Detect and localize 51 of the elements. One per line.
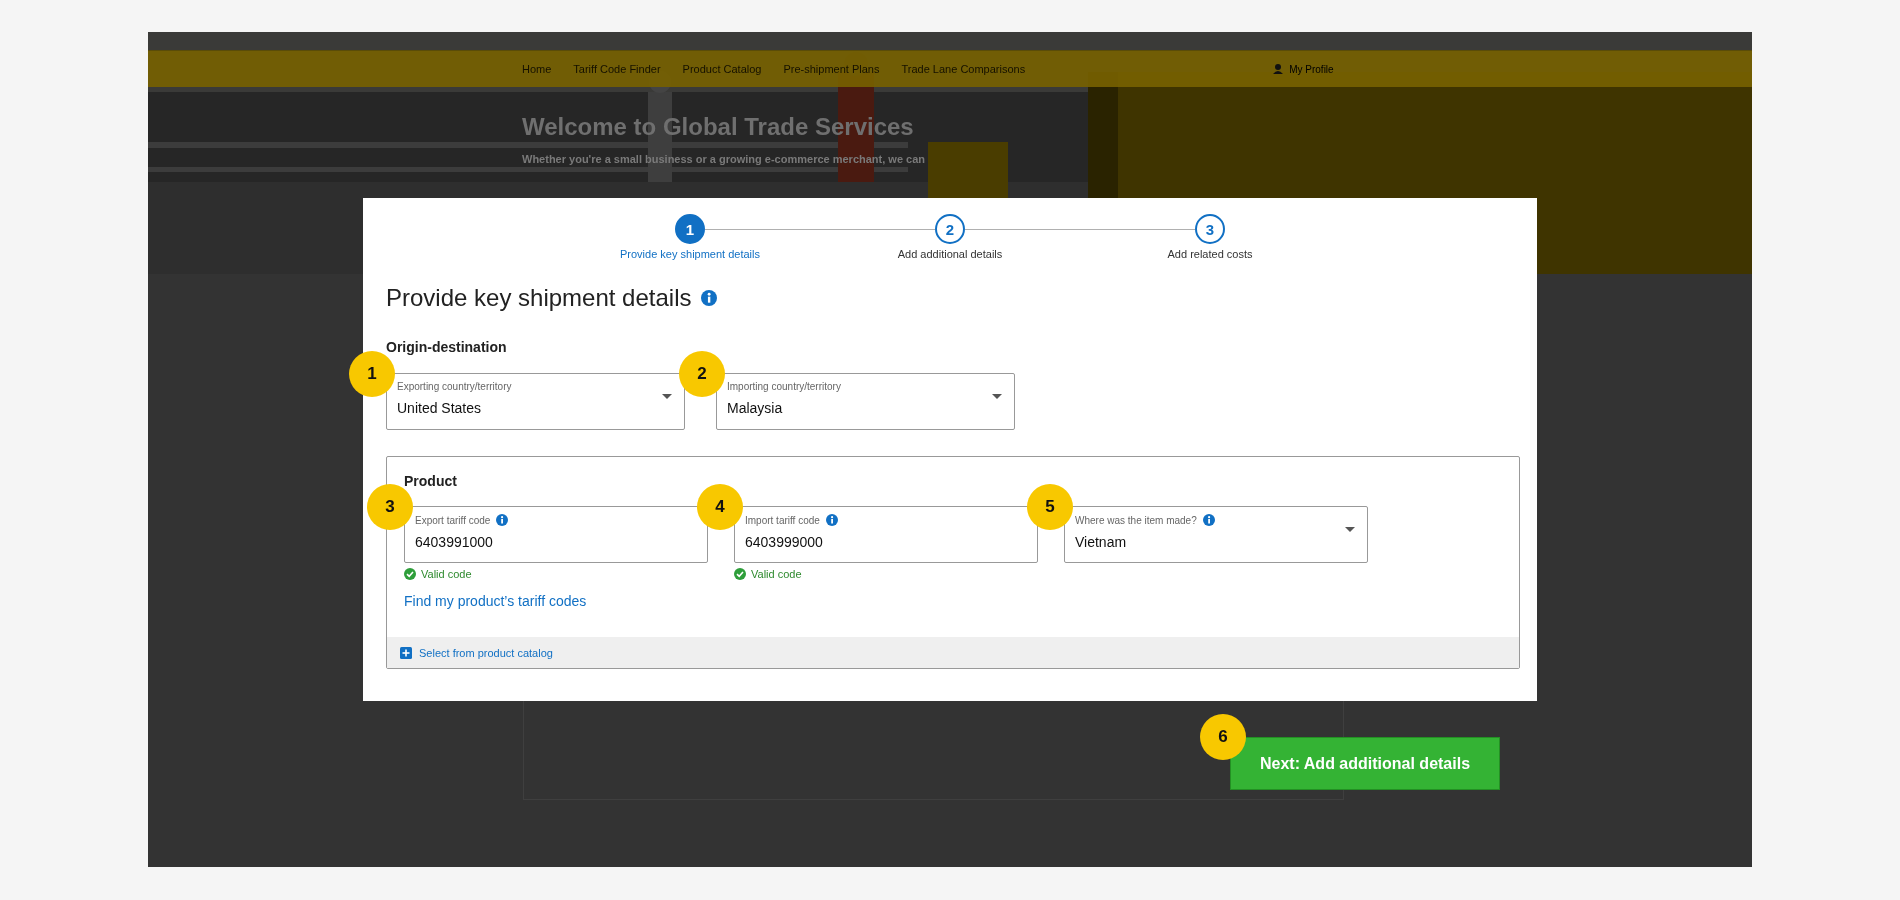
step-number[interactable]: 1 [675, 214, 705, 244]
profile-link[interactable]: My Profile [1273, 63, 1334, 75]
field-label: Export tariff code [415, 514, 491, 526]
number-badge: 1 [349, 351, 395, 397]
dialog-title: Provide key shipment details [386, 283, 692, 313]
step-label: Add related costs [1167, 247, 1253, 261]
field-label: Where was the item made? [1075, 514, 1197, 526]
hero-title: Welcome to Global Trade Services [522, 113, 915, 141]
validation-message: Valid code [751, 568, 802, 580]
dropdown-field[interactable]: Exporting country/territory United States [386, 373, 685, 430]
input-field[interactable]: Import tariff code 6403999000 [734, 506, 1038, 563]
number-badge: 4 [697, 484, 743, 530]
field-label: Importing country/territory [727, 381, 841, 392]
dropdown-field[interactable]: Where was the item made? Vietnam [1064, 506, 1368, 563]
field-label: Exporting country/territory [397, 381, 512, 392]
info-icon [825, 514, 838, 526]
tariff-codes-link[interactable]: Find my product’s tariff codes [404, 593, 587, 609]
step-label: Provide key shipment details [620, 247, 760, 261]
caret-icon [662, 394, 672, 399]
dropdown-field[interactable]: Importing country/territory Malaysia [716, 373, 1015, 430]
info-icon [1202, 514, 1215, 526]
input-field[interactable]: Export tariff code 6403991000 [404, 506, 708, 563]
person-icon [1273, 64, 1284, 74]
caret-icon [1345, 527, 1355, 532]
info-icon [496, 514, 509, 526]
caret-icon [992, 394, 1002, 399]
hero-subtitle: Whether you're a small business or a growing e-commerce merchant, we can [522, 153, 927, 165]
field-value: Malaysia [727, 400, 784, 416]
catalog-link[interactable]: Select from product catalog [400, 646, 553, 659]
check-icon [404, 568, 416, 580]
number-badge: 5 [1027, 484, 1073, 530]
field-value: Vietnam [1075, 534, 1128, 550]
nav-link[interactable]: Pre-shipment Plans [783, 63, 880, 75]
plus-icon [400, 646, 412, 659]
step-label: Add additional details [897, 247, 1003, 261]
next-button[interactable]: Next: Add additional details [1230, 737, 1500, 790]
step-number[interactable]: 3 [1195, 214, 1225, 244]
step-number[interactable]: 2 [935, 214, 965, 244]
field-value: 6403991000 [415, 534, 494, 550]
info-icon [701, 290, 718, 306]
field-label: Import tariff code [745, 514, 820, 526]
field-value: United States [397, 400, 483, 416]
field-value: 6403999000 [745, 534, 824, 550]
nav-link[interactable]: Tariff Code Finder [573, 63, 661, 75]
nav-link[interactable]: Trade Lane Comparisons [901, 63, 1026, 75]
number-badge: 6 [1200, 714, 1246, 760]
validation-message: Valid code [421, 568, 472, 580]
number-badge: 2 [679, 351, 725, 397]
nav-link[interactable]: Product Catalog [682, 63, 762, 75]
nav-link[interactable]: Home [522, 63, 552, 75]
check-icon [734, 568, 746, 580]
